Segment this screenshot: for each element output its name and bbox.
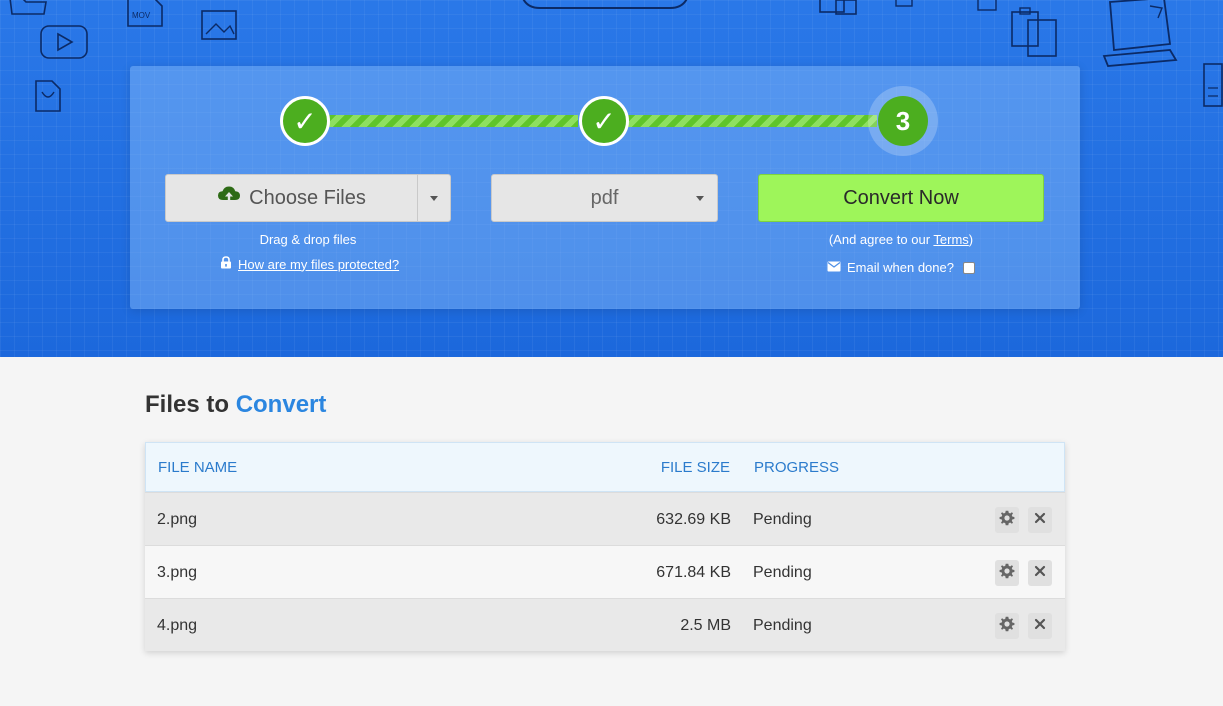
folder-doodle-icon: [8, 0, 48, 16]
conversion-panel: ✓ ✓ 3 Choose Files pdf Convert Now Drag …: [130, 66, 1080, 309]
close-icon: [1034, 564, 1046, 582]
files-title-accent: Convert: [235, 391, 327, 418]
hero-banner: MOV ✓ ✓ 3 Choose Files pdf Convert Now D…: [0, 0, 1223, 357]
file-size: 671.84 KB: [656, 564, 731, 581]
close-icon: [1034, 511, 1046, 529]
gear-icon: [999, 563, 1015, 584]
svg-text:MOV: MOV: [132, 11, 151, 20]
video-doodle-icon: [38, 22, 90, 62]
column-file-size: FILE SIZE: [660, 459, 730, 476]
clipboard-doodle-icon: [1006, 4, 1062, 60]
file-status: Pending: [753, 511, 812, 528]
choose-files-main[interactable]: Choose Files: [166, 175, 417, 221]
files-table: FILE NAME FILE SIZE PROGRESS 2.png 632.6…: [145, 442, 1065, 651]
table-row: 2.png 632.69 KB Pending: [145, 492, 1065, 545]
agree-prefix: (And agree to our: [828, 232, 934, 247]
file-size: 632.69 KB: [656, 511, 731, 528]
lock-icon: [220, 256, 232, 272]
convert-now-button[interactable]: Convert Now: [758, 174, 1044, 222]
envelope-icon: [827, 260, 841, 275]
image-doodle-icon: [198, 8, 242, 42]
stack-doodle-icon: [810, 0, 860, 16]
doc-doodle-icon: [972, 0, 1002, 14]
terms-agreement: (And agree to our Terms): [758, 232, 1044, 247]
drag-drop-hint: Drag & drop files: [259, 232, 357, 247]
choose-files-label: Choose Files: [249, 186, 366, 209]
check-icon: ✓: [592, 105, 616, 137]
tray-doodle-icon: [520, 0, 690, 12]
laptop-doodle-icon: [1098, 0, 1178, 68]
file-status: Pending: [753, 617, 812, 634]
email-when-done-label: Email when done?: [847, 260, 954, 275]
files-section-title: Files to Convert: [145, 391, 326, 419]
file-size: 2.5 MB: [680, 617, 731, 634]
step-progress-track-2: [627, 115, 877, 127]
table-row: 4.png 2.5 MB Pending: [145, 598, 1065, 651]
upload-cloud-icon: [217, 183, 241, 213]
choose-files-button[interactable]: Choose Files: [165, 174, 451, 222]
protection-row: How are my files protected?: [220, 256, 399, 272]
file-settings-button[interactable]: [995, 560, 1019, 586]
calc-doodle-icon: [1198, 60, 1223, 110]
file-settings-button[interactable]: [995, 613, 1019, 639]
caret-down-icon: [696, 196, 704, 201]
terms-link[interactable]: Terms: [933, 232, 968, 247]
column-file-name: FILE NAME: [158, 459, 238, 476]
email-when-done-checkbox[interactable]: [962, 261, 975, 274]
remove-file-button[interactable]: [1028, 560, 1052, 586]
files-protected-link[interactable]: How are my files protected?: [238, 257, 399, 272]
email-when-done-row: Email when done?: [758, 260, 1044, 275]
mov-doodle-icon: MOV: [124, 0, 166, 30]
caret-down-icon: [430, 195, 438, 201]
format-select[interactable]: pdf: [491, 174, 718, 222]
file-name: 3.png: [157, 564, 198, 581]
step-1-complete: ✓: [280, 96, 330, 146]
step-3-number: 3: [895, 105, 911, 136]
file-status: Pending: [753, 564, 812, 581]
step-progress-track-1: [328, 115, 578, 127]
file-doodle-icon: [32, 78, 64, 114]
table-row: 3.png 671.84 KB Pending: [145, 545, 1065, 598]
column-progress: PROGRESS: [754, 459, 840, 476]
format-selected-value: pdf: [590, 186, 619, 209]
remove-file-button[interactable]: [1028, 613, 1052, 639]
check-icon: ✓: [293, 105, 317, 137]
remove-file-button[interactable]: [1028, 507, 1052, 533]
step-2-complete: ✓: [579, 96, 629, 146]
step-3-current: 3: [878, 96, 928, 146]
small-doodle-icon: [892, 0, 918, 10]
convert-now-label: Convert Now: [843, 186, 959, 209]
file-name: 2.png: [157, 511, 198, 528]
gear-icon: [999, 510, 1015, 531]
files-title-prefix: Files to: [145, 391, 230, 418]
choose-files-dropdown[interactable]: [417, 175, 450, 221]
file-name: 4.png: [157, 617, 198, 634]
table-header: FILE NAME FILE SIZE PROGRESS: [145, 442, 1065, 492]
file-settings-button[interactable]: [995, 507, 1019, 533]
agree-suffix: ): [968, 232, 974, 247]
gear-icon: [999, 616, 1015, 637]
close-icon: [1034, 617, 1046, 635]
